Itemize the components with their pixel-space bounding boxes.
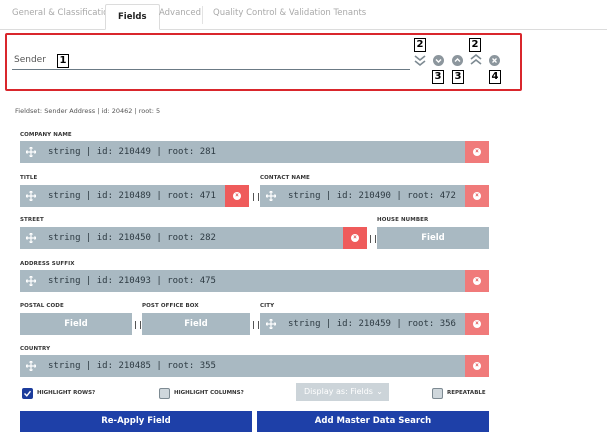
field-label-address-suffix: ADDRESS SUFFIX <box>20 261 75 267</box>
drag-handle-icon[interactable] <box>20 355 42 377</box>
tab-bar: General & Classification Fields Advanced… <box>0 0 607 30</box>
highlight-box <box>5 33 522 91</box>
close-icon: × <box>473 320 481 328</box>
display-as-select[interactable]: Display as: Fields ⌄ <box>296 383 389 401</box>
repeatable-checkbox[interactable] <box>432 388 443 399</box>
double-chevron-down-icon[interactable] <box>413 53 427 67</box>
annotation-badge-3: 3 <box>452 70 464 84</box>
field-city: string | id: 210459 | root: 356 × <box>260 313 489 335</box>
field-type-info: string | id: 210450 | root: 282 <box>48 233 216 243</box>
annotation-badge-2: 2 <box>469 38 481 52</box>
drag-handle-icon[interactable] <box>260 313 282 335</box>
tab-advanced[interactable]: Advanced <box>159 8 201 18</box>
drag-handle-icon[interactable] <box>20 185 42 207</box>
field-label-country: COUNTRY <box>20 346 51 352</box>
reapply-field-button[interactable]: Re-Apply Field <box>20 411 252 432</box>
column-separator <box>253 193 259 201</box>
add-field-button[interactable]: Field <box>377 227 489 249</box>
close-icon: × <box>473 362 481 370</box>
field-type-info: string | id: 210489 | root: 471 <box>48 191 216 201</box>
remove-field-button[interactable]: × <box>465 270 489 292</box>
field-type-info: string | id: 210493 | root: 475 <box>48 276 216 286</box>
add-field-button[interactable]: Field <box>142 313 250 335</box>
field-label-company-name: COMPANY NAME <box>20 132 72 138</box>
field-label-house-number: HOUSE NUMBER <box>377 217 429 223</box>
field-label-contact-name: CONTACT NAME <box>260 175 310 181</box>
chevron-down-icon: ⌄ <box>376 387 383 396</box>
field-type-info: string | id: 210485 | root: 355 <box>48 361 216 371</box>
column-separator <box>253 321 259 329</box>
drag-handle-icon[interactable] <box>20 270 42 292</box>
chevron-down-circle-icon[interactable] <box>433 55 444 66</box>
remove-field-button[interactable]: × <box>343 227 367 249</box>
highlight-columns-label: HIGHLIGHT COLUMNS? <box>174 390 244 396</box>
tab-general-classification[interactable]: General & Classification <box>12 8 114 18</box>
close-icon: × <box>473 148 481 156</box>
tab-quality-control[interactable]: Quality Control & Validation Tenants <box>213 8 366 18</box>
highlight-rows-checkbox[interactable] <box>22 388 33 399</box>
field-label-post-office-box: POST OFFICE BOX <box>142 303 199 309</box>
field-title: string | id: 210489 | root: 471 × <box>20 185 249 207</box>
display-as-value: Display as: Fields <box>304 387 373 396</box>
close-icon: × <box>351 234 359 242</box>
field-label-title: TITLE <box>20 175 38 181</box>
field-label-city: CITY <box>260 303 275 309</box>
close-icon: × <box>473 277 481 285</box>
add-field-button[interactable]: Field <box>20 313 132 335</box>
annotation-badge-3: 3 <box>432 70 444 84</box>
field-type-info: string | id: 210490 | root: 472 <box>288 191 456 201</box>
chevron-up-circle-icon[interactable] <box>452 55 463 66</box>
drag-handle-icon[interactable] <box>260 185 282 207</box>
field-label-postal-code: POSTAL CODE <box>20 303 64 309</box>
tab-divider <box>202 6 203 24</box>
annotation-badge-4: 4 <box>489 70 501 84</box>
field-type-info: string | id: 210459 | root: 356 <box>288 319 456 329</box>
field-company-name: string | id: 210449 | root: 281 × <box>20 141 489 163</box>
tab-fields[interactable]: Fields <box>105 4 160 30</box>
remove-field-button[interactable]: × <box>465 185 489 207</box>
field-type-info: string | id: 210449 | root: 281 <box>48 147 216 157</box>
fieldset-info: Fieldset: Sender Address | id: 20462 | r… <box>15 107 161 115</box>
close-icon: × <box>233 192 241 200</box>
remove-field-button[interactable]: × <box>465 355 489 377</box>
remove-field-button[interactable]: × <box>465 141 489 163</box>
highlight-columns-checkbox[interactable] <box>159 388 170 399</box>
repeatable-label: REPEATABLE <box>447 390 486 396</box>
field-country: string | id: 210485 | root: 355 × <box>20 355 489 377</box>
fieldset-name-input[interactable] <box>12 69 410 70</box>
field-street: string | id: 210450 | root: 282 × <box>20 227 367 249</box>
column-separator <box>135 321 141 329</box>
highlight-rows-label: HIGHLIGHT ROWS? <box>37 390 96 396</box>
annotation-badge-1: 1 <box>57 54 69 68</box>
double-chevron-up-icon[interactable] <box>469 53 483 67</box>
close-circle-icon[interactable] <box>489 55 500 66</box>
add-master-data-search-button[interactable]: Add Master Data Search <box>257 411 489 432</box>
field-contact-name: string | id: 210490 | root: 472 × <box>260 185 489 207</box>
fieldset-name-label: Sender <box>14 55 46 65</box>
column-separator <box>370 235 376 243</box>
drag-handle-icon[interactable] <box>20 227 42 249</box>
drag-handle-icon[interactable] <box>20 141 42 163</box>
remove-field-button[interactable]: × <box>465 313 489 335</box>
remove-field-button[interactable]: × <box>225 185 249 207</box>
field-label-street: STREET <box>20 217 44 223</box>
field-address-suffix: string | id: 210493 | root: 475 × <box>20 270 489 292</box>
annotation-badge-2: 2 <box>414 38 426 52</box>
close-icon: × <box>473 192 481 200</box>
